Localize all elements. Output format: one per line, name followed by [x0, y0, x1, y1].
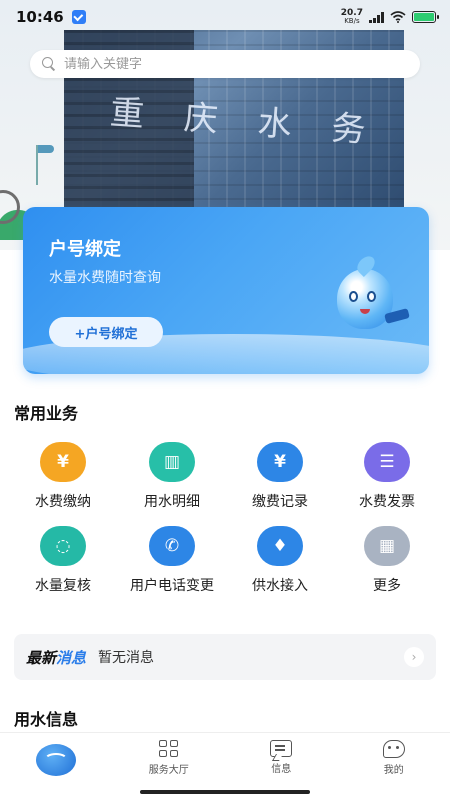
service-label: 供水接入 — [252, 578, 308, 594]
payment-record-icon: ¥ — [257, 442, 303, 482]
water-volume-review-icon: ◌ — [40, 526, 86, 566]
home-logo-icon — [36, 743, 77, 776]
network-speed-value: 20.7 — [340, 8, 363, 18]
status-bar: 10:46 20.7 KB/s — [0, 0, 450, 34]
latest-news-text: 暂无消息 — [98, 650, 155, 666]
service-label: 用水明细 — [144, 494, 200, 510]
flag-decoration — [36, 145, 54, 185]
service-label: 水费缴纳 — [35, 494, 91, 510]
service-water-supply-access[interactable]: ♦ 供水接入 — [224, 526, 336, 596]
chevron-right-icon[interactable]: › — [404, 647, 424, 667]
water-info-title: 用水信息 — [14, 710, 79, 729]
phone-change-icon: ✆ — [149, 526, 195, 566]
service-payment-record[interactable]: ¥ 缴费记录 — [224, 442, 336, 512]
network-speed-unit: KB/s — [344, 17, 360, 25]
bottom-tab-bar: 服务大厅 信息 我的 — [0, 732, 450, 782]
service-label: 水费发票 — [359, 494, 415, 510]
service-water-volume-review[interactable]: ◌ 水量复核 — [7, 526, 119, 596]
profile-icon — [382, 739, 405, 758]
service-hall-icon — [158, 739, 179, 758]
bind-account-button[interactable]: +户号绑定 — [49, 317, 163, 347]
tab-label: 信息 — [271, 764, 292, 775]
service-water-fee-payment[interactable]: ¥ 水费缴纳 — [7, 442, 119, 512]
battery-icon — [412, 11, 439, 23]
tab-profile[interactable]: 我的 — [338, 733, 450, 782]
tab-label: 服务大厅 — [148, 764, 189, 776]
service-water-invoice[interactable]: ☰ 水费发票 — [331, 442, 443, 512]
service-water-usage-detail[interactable]: ▥ 用水明细 — [116, 442, 228, 512]
tab-label: 我的 — [383, 764, 404, 776]
tab-messages[interactable]: 信息 — [225, 733, 338, 782]
latest-news-tag: 最新消息 — [26, 648, 87, 667]
more-icon: ▦ — [364, 526, 410, 566]
common-services-title: 常用业务 — [14, 404, 79, 423]
notification-icon — [71, 10, 86, 24]
search-icon — [42, 57, 56, 71]
status-time: 10:46 — [16, 8, 64, 26]
cellular-signal-icon — [369, 11, 384, 23]
water-fee-payment-icon: ¥ — [40, 442, 86, 482]
service-more[interactable]: ▦ 更多 — [331, 526, 443, 596]
water-supply-access-icon: ♦ — [257, 526, 303, 566]
water-invoice-icon: ☰ — [364, 442, 410, 482]
tab-service-hall[interactable]: 服务大厅 — [113, 733, 226, 782]
service-phone-change[interactable]: ✆ 用户电话变更 — [116, 526, 228, 596]
search-input[interactable] — [64, 56, 408, 72]
water-drop-mascot-icon — [329, 257, 410, 339]
service-label: 缴费记录 — [252, 494, 308, 510]
bind-card-title: 户号绑定 — [49, 239, 121, 260]
account-binding-card[interactable]: 户号绑定 水量水费随时查询 +户号绑定 — [23, 207, 429, 374]
bind-card-subtitle: 水量水费随时查询 — [49, 270, 161, 286]
service-label: 用户电话变更 — [130, 578, 214, 594]
latest-news-bar[interactable]: 最新消息 暂无消息 › — [14, 634, 436, 680]
network-speed: 20.7 KB/s — [340, 8, 363, 26]
message-icon — [270, 740, 293, 757]
status-indicators: 20.7 KB/s — [340, 8, 439, 26]
wifi-icon — [390, 11, 406, 23]
service-label: 水量复核 — [35, 578, 91, 594]
search-bar[interactable] — [30, 50, 420, 78]
tab-home[interactable] — [0, 733, 113, 782]
service-label: 更多 — [373, 578, 401, 594]
water-usage-detail-icon: ▥ — [149, 442, 195, 482]
home-indicator[interactable] — [140, 790, 310, 794]
